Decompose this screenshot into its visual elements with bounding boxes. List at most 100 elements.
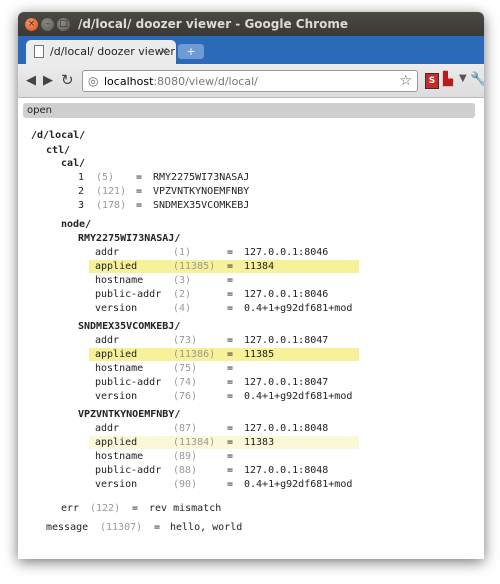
- cal-rev: (121): [96, 186, 127, 197]
- field-value: 0.4+1+g92df681+mod: [244, 303, 353, 314]
- field-eq: =: [227, 363, 234, 374]
- page-icon: [34, 45, 44, 58]
- field-eq: =: [227, 335, 234, 346]
- reload-icon[interactable]: ↻: [61, 71, 74, 89]
- field-rev: (76): [173, 391, 198, 402]
- message-eq: =: [154, 522, 161, 533]
- field-rev: (74): [173, 377, 198, 388]
- forward-icon[interactable]: ▶: [43, 73, 53, 88]
- field-value: 11385: [244, 349, 275, 360]
- field-key: applied: [95, 261, 138, 272]
- chevron-down-icon[interactable]: ▼: [459, 73, 467, 84]
- field-rev: (88): [173, 465, 198, 476]
- globe-icon: ◎: [88, 74, 99, 88]
- field-key: version: [95, 479, 138, 490]
- node-name: VPZVNTKYNOEMFNBY/: [78, 409, 181, 420]
- page-content: open /d/local/ ctl/ cal/ 1 (5) = RMY2275…: [18, 99, 484, 559]
- field-value: 127.0.0.1:8048: [244, 423, 329, 434]
- err-value: rev mismatch: [149, 503, 222, 514]
- close-window-button[interactable]: ×: [25, 18, 38, 31]
- maximize-window-button[interactable]: □: [57, 18, 70, 31]
- field-key: addr: [95, 423, 120, 434]
- cal-value: RMY2275WI73NASAJ: [153, 172, 250, 183]
- field-rev: (11385): [173, 261, 216, 272]
- tab-title: /d/local/ doozer viewer: [50, 45, 175, 58]
- field-eq: =: [227, 423, 234, 434]
- field-eq: =: [227, 437, 234, 448]
- field-value: 11383: [244, 437, 275, 448]
- err-key: err: [61, 503, 80, 514]
- field-value: 127.0.0.1:8046: [244, 289, 329, 300]
- wrench-icon[interactable]: 🔧: [470, 72, 484, 87]
- dir-cal: cal/: [61, 158, 86, 169]
- field-value: 127.0.0.1:8046: [244, 247, 329, 258]
- field-eq: =: [227, 451, 234, 462]
- field-value: 11384: [244, 261, 275, 272]
- new-tab-button[interactable]: +: [178, 44, 204, 59]
- field-key: applied: [95, 437, 138, 448]
- field-rev: (3): [173, 275, 192, 286]
- url-text: localhost:8080/view/d/local/: [104, 75, 258, 88]
- cal-eq: =: [136, 172, 143, 183]
- field-value: 0.4+1+g92df681+mod: [244, 391, 353, 402]
- field-key: applied: [95, 349, 138, 360]
- extension-s-icon[interactable]: S: [425, 73, 439, 89]
- field-key: hostname: [95, 275, 144, 286]
- field-rev: (1): [173, 247, 192, 258]
- dir-node: node/: [61, 219, 92, 230]
- err-eq: =: [132, 503, 139, 514]
- minimize-window-button[interactable]: –: [41, 18, 54, 31]
- field-key: addr: [95, 335, 120, 346]
- field-key: hostname: [95, 363, 144, 374]
- bookmark-star-icon[interactable]: ☆: [399, 73, 412, 89]
- field-rev: (75): [173, 363, 198, 374]
- cal-key: 3: [78, 200, 85, 211]
- field-key: version: [95, 303, 138, 314]
- field-eq: =: [227, 261, 234, 272]
- back-icon[interactable]: ◀: [26, 73, 36, 88]
- field-eq: =: [227, 479, 234, 490]
- dir-ctl: ctl/: [46, 145, 71, 156]
- field-value: 127.0.0.1:8047: [244, 377, 329, 388]
- node-name: SNDMEX35VCOMKEBJ/: [78, 321, 181, 332]
- cal-key: 2: [78, 186, 85, 197]
- field-rev: (11386): [173, 349, 216, 360]
- field-key: public-addr: [95, 377, 162, 388]
- field-key: public-addr: [95, 289, 162, 300]
- root-path: /d/local/: [31, 130, 86, 141]
- field-rev: (73): [173, 335, 198, 346]
- field-value: 0.4+1+g92df681+mod: [244, 479, 353, 490]
- field-rev: (89): [173, 451, 198, 462]
- err-rev: (122): [90, 503, 121, 514]
- field-key: addr: [95, 247, 120, 258]
- browser-toolbar: ◀ ▶ ↻ ◎ localhost:8080/view/d/local/ ☆ S…: [18, 64, 484, 98]
- cal-rev: (178): [96, 200, 127, 211]
- cal-eq: =: [136, 186, 143, 197]
- field-eq: =: [227, 303, 234, 314]
- field-eq: =: [227, 289, 234, 300]
- cal-eq: =: [136, 200, 143, 211]
- tab-close-icon[interactable]: ×: [160, 44, 169, 57]
- open-bar[interactable]: open: [23, 103, 475, 118]
- title-bar: × – □ /d/local/ doozer viewer - Google C…: [18, 12, 484, 36]
- address-bar[interactable]: ◎ localhost:8080/view/d/local/ ☆: [82, 70, 418, 92]
- tab-doozer-viewer[interactable]: /d/local/ doozer viewer ×: [26, 40, 176, 64]
- cal-key: 1: [78, 172, 85, 183]
- window-title: /d/local/ doozer viewer - Google Chrome: [78, 17, 348, 31]
- field-eq: =: [227, 349, 234, 360]
- field-key: hostname: [95, 451, 144, 462]
- field-eq: =: [227, 275, 234, 286]
- cal-value: VPZVNTKYNOEMFNBY: [153, 186, 250, 197]
- field-eq: =: [227, 391, 234, 402]
- field-value: 127.0.0.1:8047: [244, 335, 329, 346]
- message-key: message: [46, 522, 89, 533]
- message-rev: (11307): [100, 522, 143, 533]
- field-rev: (2): [173, 289, 192, 300]
- field-eq: =: [227, 247, 234, 258]
- field-rev: (90): [173, 479, 198, 490]
- node-name: RMY2275WI73NASAJ/: [78, 233, 181, 244]
- field-eq: =: [227, 377, 234, 388]
- sofa-extension-icon[interactable]: ▙: [443, 72, 453, 87]
- field-value: 127.0.0.1:8048: [244, 465, 329, 476]
- field-rev: (87): [173, 423, 198, 434]
